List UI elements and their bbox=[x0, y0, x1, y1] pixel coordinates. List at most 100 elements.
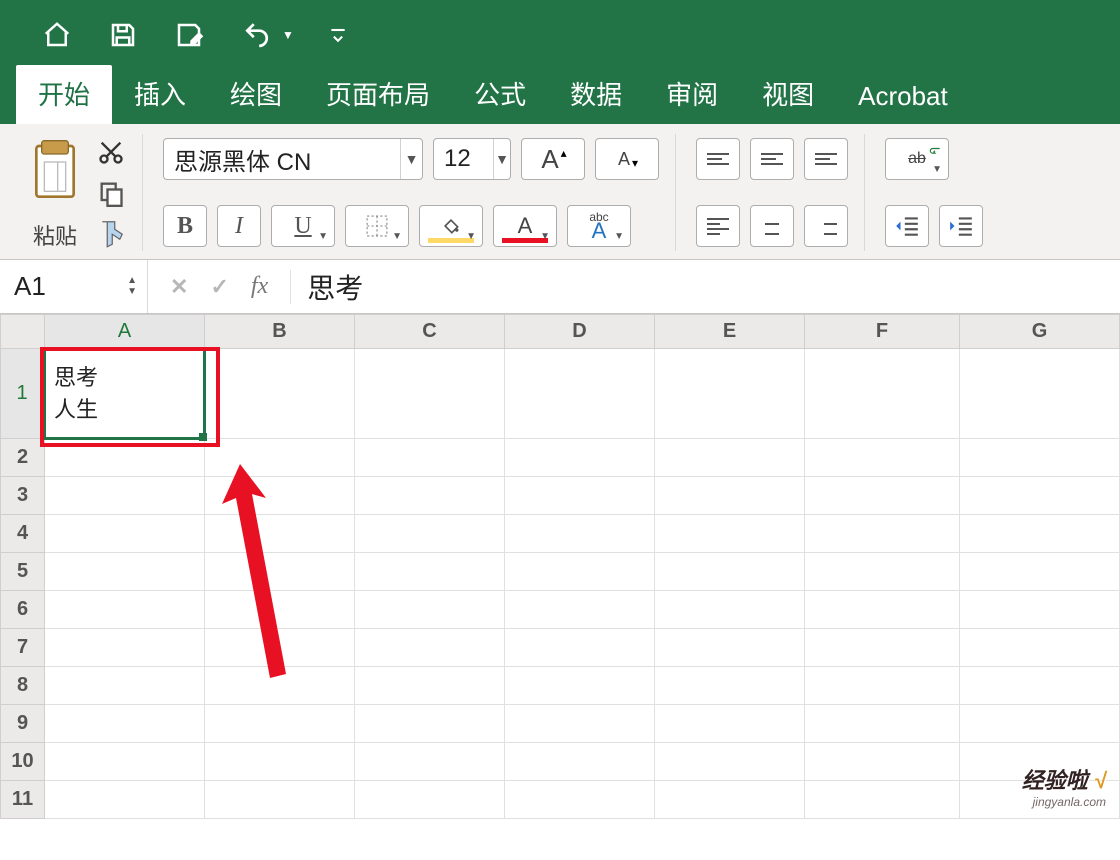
align-middle-button[interactable] bbox=[750, 138, 794, 180]
confirm-icon[interactable]: ✓ bbox=[210, 274, 228, 300]
font-name-input[interactable] bbox=[164, 141, 400, 177]
tab-formulas[interactable]: 公式 bbox=[452, 65, 548, 124]
cell[interactable] bbox=[960, 667, 1120, 705]
align-top-button[interactable] bbox=[696, 138, 740, 180]
cell[interactable] bbox=[805, 705, 960, 743]
cell[interactable] bbox=[205, 743, 355, 781]
cell[interactable] bbox=[355, 477, 505, 515]
increase-indent-button[interactable] bbox=[939, 205, 983, 247]
formula-input[interactable]: 思考 bbox=[291, 267, 1120, 307]
fx-icon[interactable]: fx bbox=[251, 273, 268, 300]
cell[interactable] bbox=[505, 667, 655, 705]
tab-insert[interactable]: 插入 bbox=[112, 65, 208, 124]
cell[interactable] bbox=[205, 667, 355, 705]
cell[interactable] bbox=[505, 743, 655, 781]
cell[interactable] bbox=[45, 667, 205, 705]
font-name-combo[interactable]: ▼ bbox=[163, 138, 423, 180]
align-bottom-button[interactable] bbox=[804, 138, 848, 180]
chevron-down-icon[interactable]: ▼ bbox=[400, 139, 422, 179]
cell[interactable] bbox=[655, 781, 805, 819]
align-right-button[interactable] bbox=[804, 205, 848, 247]
name-box-spinner[interactable]: ▲▼ bbox=[127, 277, 137, 296]
column-header[interactable]: A bbox=[45, 315, 205, 349]
cell[interactable] bbox=[45, 705, 205, 743]
cell[interactable] bbox=[505, 477, 655, 515]
cell[interactable] bbox=[205, 515, 355, 553]
cell[interactable] bbox=[355, 591, 505, 629]
row-header[interactable]: 9 bbox=[1, 705, 45, 743]
column-header[interactable]: F bbox=[805, 315, 960, 349]
cell[interactable] bbox=[805, 781, 960, 819]
cell[interactable] bbox=[45, 439, 205, 477]
cell[interactable] bbox=[960, 553, 1120, 591]
cell[interactable] bbox=[355, 629, 505, 667]
cell[interactable] bbox=[505, 629, 655, 667]
home-icon[interactable] bbox=[40, 18, 74, 52]
cell[interactable] bbox=[355, 349, 505, 439]
cell[interactable] bbox=[505, 781, 655, 819]
tab-draw[interactable]: 绘图 bbox=[208, 65, 304, 124]
row-header[interactable]: 6 bbox=[1, 591, 45, 629]
cell[interactable] bbox=[655, 553, 805, 591]
cell[interactable] bbox=[355, 553, 505, 591]
save-icon[interactable] bbox=[108, 18, 138, 52]
column-header[interactable]: C bbox=[355, 315, 505, 349]
phonetic-button[interactable]: abcA▼ bbox=[567, 205, 631, 247]
cell[interactable] bbox=[655, 349, 805, 439]
cell[interactable] bbox=[355, 439, 505, 477]
copy-icon[interactable] bbox=[94, 177, 128, 209]
cell[interactable] bbox=[205, 349, 355, 439]
paste-button[interactable] bbox=[28, 138, 82, 202]
cell[interactable] bbox=[805, 477, 960, 515]
cell[interactable] bbox=[655, 591, 805, 629]
cell[interactable] bbox=[805, 553, 960, 591]
cell[interactable] bbox=[205, 477, 355, 515]
chevron-down-icon[interactable]: ▼ bbox=[493, 139, 510, 179]
decrease-font-button[interactable]: A▾ bbox=[595, 138, 659, 180]
column-header[interactable]: G bbox=[960, 315, 1120, 349]
column-header[interactable]: E bbox=[655, 315, 805, 349]
cell[interactable] bbox=[505, 553, 655, 591]
cell[interactable] bbox=[355, 781, 505, 819]
cell[interactable] bbox=[960, 705, 1120, 743]
row-header[interactable]: 8 bbox=[1, 667, 45, 705]
cell[interactable] bbox=[655, 629, 805, 667]
cell[interactable] bbox=[205, 781, 355, 819]
cell[interactable] bbox=[355, 515, 505, 553]
format-painter-icon[interactable] bbox=[94, 217, 128, 249]
cell[interactable] bbox=[205, 553, 355, 591]
increase-font-button[interactable]: A▴ bbox=[521, 138, 585, 180]
cancel-icon[interactable]: ✕ bbox=[170, 274, 188, 300]
cell[interactable] bbox=[355, 667, 505, 705]
cell[interactable] bbox=[45, 743, 205, 781]
cut-icon[interactable] bbox=[94, 136, 128, 168]
italic-button[interactable]: I bbox=[217, 205, 261, 247]
cell[interactable] bbox=[45, 629, 205, 667]
cell[interactable] bbox=[205, 629, 355, 667]
tab-view[interactable]: 视图 bbox=[740, 65, 836, 124]
cell[interactable] bbox=[655, 477, 805, 515]
tab-data[interactable]: 数据 bbox=[548, 65, 644, 124]
cell[interactable] bbox=[805, 439, 960, 477]
cell[interactable] bbox=[505, 591, 655, 629]
cell[interactable] bbox=[355, 705, 505, 743]
cell[interactable] bbox=[655, 743, 805, 781]
font-size-input[interactable] bbox=[434, 141, 493, 177]
bold-button[interactable]: B bbox=[163, 205, 207, 247]
cell[interactable] bbox=[205, 439, 355, 477]
cell[interactable] bbox=[805, 349, 960, 439]
cell[interactable] bbox=[205, 591, 355, 629]
row-header[interactable]: 2 bbox=[1, 439, 45, 477]
cell[interactable] bbox=[45, 477, 205, 515]
row-header[interactable]: 1 bbox=[1, 349, 45, 439]
fill-color-button[interactable]: ▼ bbox=[419, 205, 483, 247]
row-header[interactable]: 5 bbox=[1, 553, 45, 591]
row-header[interactable]: 11 bbox=[1, 781, 45, 819]
column-header[interactable]: D bbox=[505, 315, 655, 349]
cell[interactable] bbox=[45, 553, 205, 591]
tab-home[interactable]: 开始 bbox=[16, 65, 112, 124]
align-left-button[interactable] bbox=[696, 205, 740, 247]
cell[interactable] bbox=[960, 591, 1120, 629]
borders-button[interactable]: ▼ bbox=[345, 205, 409, 247]
cell[interactable] bbox=[805, 515, 960, 553]
